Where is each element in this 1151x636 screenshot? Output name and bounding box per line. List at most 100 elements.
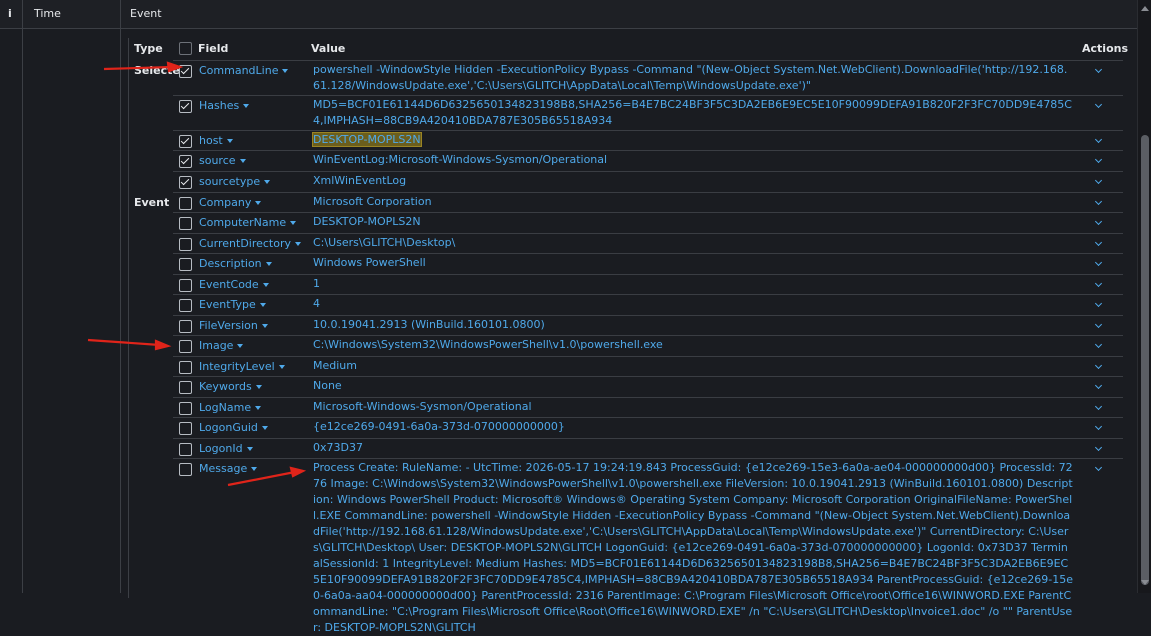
field-value-text[interactable]: DESKTOP-MOPLS2N: [312, 132, 422, 147]
field-checkbox[interactable]: [179, 320, 192, 333]
field-name-link[interactable]: Keywords: [199, 380, 262, 393]
field-name-link[interactable]: EventCode: [199, 278, 269, 291]
chevron-down-icon[interactable]: [1095, 302, 1102, 309]
field-value-text[interactable]: 1: [313, 277, 320, 290]
field-value[interactable]: Microsoft-Windows-Sysmon/Operational: [313, 399, 1073, 415]
field-value[interactable]: C:\Windows\System32\WindowsPowerShell\v1…: [313, 337, 1073, 353]
chevron-down-icon[interactable]: [1095, 220, 1102, 227]
field-name-link[interactable]: EventType: [199, 298, 266, 311]
chevron-down-icon[interactable]: [1095, 343, 1102, 350]
field-value-text[interactable]: DESKTOP-MOPLS2N: [313, 215, 421, 228]
field-checkbox[interactable]: [179, 463, 192, 476]
field-name-link[interactable]: CurrentDirectory: [199, 237, 302, 250]
field-checkbox[interactable]: [179, 361, 192, 374]
field-value[interactable]: Windows PowerShell: [313, 255, 1073, 271]
field-checkbox[interactable]: [179, 197, 192, 210]
chevron-down-icon[interactable]: [1095, 200, 1102, 207]
field-name-link[interactable]: CommandLine: [199, 64, 289, 77]
scroll-down-icon[interactable]: [1141, 580, 1149, 585]
field-value[interactable]: C:\Users\GLITCH\Desktop\: [313, 235, 1073, 251]
chevron-down-icon[interactable]: [1095, 138, 1102, 145]
field-value[interactable]: 4: [313, 296, 1073, 312]
field-value-text[interactable]: None: [313, 379, 342, 392]
field-value-text[interactable]: Microsoft Corporation: [313, 195, 432, 208]
chevron-down-icon[interactable]: [1095, 179, 1102, 186]
field-name-link[interactable]: LogName: [199, 401, 262, 414]
field-value[interactable]: Process Create: RuleName: - UtcTime: 202…: [313, 460, 1073, 636]
field-value-text[interactable]: Medium: [313, 359, 357, 372]
field-checkbox[interactable]: [179, 217, 192, 230]
field-name-link[interactable]: host: [199, 134, 233, 147]
field-value-text[interactable]: Process Create: RuleName: - UtcTime: 202…: [313, 461, 1073, 634]
chevron-down-icon[interactable]: [1095, 405, 1102, 412]
field-checkbox[interactable]: [179, 135, 192, 148]
field-value-text[interactable]: Microsoft-Windows-Sysmon/Operational: [313, 400, 532, 413]
chevron-down-icon[interactable]: [1095, 323, 1102, 330]
field-value[interactable]: MD5=BCF01E61144D6D6325650134823198B8,SHA…: [313, 97, 1073, 129]
chevron-down-icon[interactable]: [1095, 158, 1102, 165]
field-name-link[interactable]: FileVersion: [199, 319, 268, 332]
scrollbar-thumb[interactable]: [1141, 135, 1149, 585]
field-value[interactable]: XmlWinEventLog: [313, 173, 1073, 189]
field-checkbox[interactable]: [179, 443, 192, 456]
field-value[interactable]: DESKTOP-MOPLS2N: [312, 132, 1073, 148]
chevron-down-icon[interactable]: [1095, 364, 1102, 371]
field-name-link[interactable]: ComputerName: [199, 216, 297, 229]
field-name-link[interactable]: Company: [199, 196, 262, 209]
chevron-down-icon[interactable]: [1095, 466, 1102, 473]
field-checkbox[interactable]: [179, 422, 192, 435]
time-column-header[interactable]: Time: [34, 0, 61, 28]
field-value-text[interactable]: C:\Users\GLITCH\Desktop\: [313, 236, 455, 249]
chevron-down-icon[interactable]: [1095, 446, 1102, 453]
select-all-checkbox[interactable]: [179, 42, 192, 55]
field-checkbox[interactable]: [179, 65, 192, 78]
field-value-text[interactable]: 10.0.19041.2913 (WinBuild.160101.0800): [313, 318, 545, 331]
chevron-down-icon[interactable]: [1095, 103, 1102, 110]
field-checkbox[interactable]: [179, 176, 192, 189]
field-checkbox[interactable]: [179, 100, 192, 113]
field-value-text[interactable]: Windows PowerShell: [313, 256, 426, 269]
field-checkbox[interactable]: [179, 299, 192, 312]
field-checkbox[interactable]: [179, 279, 192, 292]
field-name-link[interactable]: Description: [199, 257, 272, 270]
event-column-header[interactable]: Event: [130, 0, 162, 28]
field-value-text[interactable]: C:\Windows\System32\WindowsPowerShell\v1…: [313, 338, 663, 351]
scroll-up-icon[interactable]: [1141, 6, 1149, 11]
chevron-down-icon[interactable]: [1095, 425, 1102, 432]
field-value-text[interactable]: XmlWinEventLog: [313, 174, 406, 187]
chevron-down-icon[interactable]: [1095, 261, 1102, 268]
field-value[interactable]: 1: [313, 276, 1073, 292]
chevron-down-icon[interactable]: [1095, 68, 1102, 75]
field-value[interactable]: Medium: [313, 358, 1073, 374]
field-checkbox[interactable]: [179, 381, 192, 394]
field-value-text[interactable]: {e12ce269-0491-6a0a-373d-070000000000}: [313, 420, 565, 433]
chevron-down-icon[interactable]: [1095, 384, 1102, 391]
field-name-link[interactable]: Hashes: [199, 99, 250, 112]
field-name-link[interactable]: LogonGuid: [199, 421, 268, 434]
chevron-down-icon[interactable]: [1095, 241, 1102, 248]
field-value-text[interactable]: WinEventLog:Microsoft-Windows-Sysmon/Ope…: [313, 153, 607, 166]
field-name-link[interactable]: Message: [199, 462, 258, 475]
field-value[interactable]: 10.0.19041.2913 (WinBuild.160101.0800): [313, 317, 1073, 333]
field-name-link[interactable]: LogonId: [199, 442, 253, 455]
field-value[interactable]: DESKTOP-MOPLS2N: [313, 214, 1073, 230]
field-value[interactable]: powershell -WindowStyle Hidden -Executio…: [313, 62, 1073, 94]
chevron-down-icon[interactable]: [1095, 282, 1102, 289]
field-name-link[interactable]: IntegrityLevel: [199, 360, 285, 373]
field-checkbox[interactable]: [179, 155, 192, 168]
field-checkbox[interactable]: [179, 402, 192, 415]
field-value[interactable]: None: [313, 378, 1073, 394]
field-value[interactable]: Microsoft Corporation: [313, 194, 1073, 210]
field-value-text[interactable]: powershell -WindowStyle Hidden -Executio…: [313, 63, 1067, 92]
field-value-text[interactable]: MD5=BCF01E61144D6D6325650134823198B8,SHA…: [313, 98, 1072, 127]
field-name-link[interactable]: sourcetype: [199, 175, 271, 188]
field-name-link[interactable]: source: [199, 154, 246, 167]
field-value[interactable]: 0x73D37: [313, 440, 1073, 456]
field-name-link[interactable]: Image: [199, 339, 244, 352]
field-value-text[interactable]: 4: [313, 297, 320, 310]
vertical-scrollbar[interactable]: [1137, 0, 1151, 593]
field-checkbox[interactable]: [179, 238, 192, 251]
field-value[interactable]: {e12ce269-0491-6a0a-373d-070000000000}: [313, 419, 1073, 435]
field-value[interactable]: WinEventLog:Microsoft-Windows-Sysmon/Ope…: [313, 152, 1073, 168]
field-checkbox[interactable]: [179, 258, 192, 271]
